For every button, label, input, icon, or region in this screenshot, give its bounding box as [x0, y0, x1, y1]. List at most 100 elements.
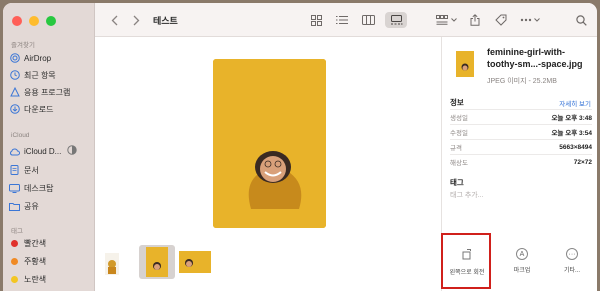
- sidebar-item-label: 최근 항목: [24, 70, 56, 80]
- action-label: 마크업: [513, 268, 531, 274]
- sidebar-tag-red[interactable]: 빨간색: [9, 235, 91, 251]
- sidebar-item-applications[interactable]: 응용 프로그램: [9, 84, 91, 100]
- tag-icon: [495, 14, 507, 26]
- highlight-box: [441, 233, 491, 289]
- clock-icon: [9, 70, 20, 81]
- toolbar: 테스트: [95, 3, 597, 37]
- doc-icon: [9, 165, 20, 176]
- search-button[interactable]: [573, 12, 589, 28]
- window-controls: [12, 16, 56, 26]
- thumbnail[interactable]: [105, 253, 119, 275]
- sidebar-item-airdrop[interactable]: AirDrop: [9, 50, 91, 66]
- thumbnail[interactable]: [179, 251, 211, 273]
- sidebar-item-documents[interactable]: 문서: [9, 162, 91, 178]
- list-view-button[interactable]: [333, 12, 351, 28]
- sidebar-item-label: 빨간색: [24, 238, 47, 248]
- minimize-window-button[interactable]: [29, 16, 39, 26]
- sidebar-item-label: 문서: [24, 165, 39, 175]
- sidebar-item-label: AirDrop: [24, 53, 52, 63]
- tag-color-dot: [11, 257, 18, 265]
- favorites-section-label: 즐겨찾기: [11, 42, 35, 49]
- cloud-icon: [9, 146, 20, 157]
- sidebar-item-label: iCloud D...: [24, 146, 62, 156]
- sidebar-item-label: 주황색: [24, 256, 47, 266]
- info-key: 생성일: [450, 115, 468, 122]
- tag-color-dot: [11, 275, 18, 283]
- info-row-modified: 수정일 오늘 오후 3:54: [450, 124, 592, 139]
- gallery-icon: [390, 15, 402, 25]
- zoom-window-button[interactable]: [46, 16, 56, 26]
- gallery-view-button[interactable]: [385, 12, 407, 28]
- desktop-icon: [9, 183, 20, 194]
- tag-button[interactable]: [493, 12, 509, 28]
- sidebar-item-label: 데스크탑: [24, 183, 54, 193]
- info-key: 해상도: [450, 160, 468, 167]
- list-icon: [336, 16, 348, 24]
- sidebar-tag-orange[interactable]: 주황색: [9, 253, 91, 269]
- gallery-content: [95, 37, 441, 291]
- info-value: 오늘 오후 3:54: [551, 130, 592, 137]
- chevron-right-icon: [133, 15, 139, 25]
- info-value: 5663×8494: [559, 143, 592, 151]
- sidebar-item-label: 다운로드: [24, 104, 54, 114]
- sidebar-item-desktop[interactable]: 데스크탑: [9, 180, 91, 196]
- tags-section-title: 태그: [450, 178, 464, 187]
- group-by-button[interactable]: [433, 12, 459, 28]
- shared-folder-icon: [9, 201, 20, 212]
- more-icon: ···: [566, 248, 578, 260]
- info-value: 72×72: [573, 158, 592, 166]
- info-row-resolution: 해상도 72×72: [450, 154, 592, 169]
- photo-illustration: [213, 59, 326, 228]
- sidebar-item-shared[interactable]: 공유: [9, 198, 91, 214]
- icloud-section-label: iCloud: [11, 132, 30, 139]
- sidebar-item-icloud-drive[interactable]: iCloud D...: [9, 143, 91, 159]
- sidebar-item-downloads[interactable]: 다운로드: [9, 101, 91, 117]
- group-grid-icon: [435, 15, 448, 25]
- info-key: 수정일: [450, 130, 468, 137]
- info-section-title: 정보: [450, 98, 464, 107]
- action-label: 기타...: [563, 268, 581, 274]
- chevron-left-icon: [111, 15, 117, 25]
- info-key: 규격: [450, 145, 462, 152]
- sidebar-tag-yellow[interactable]: 노란색: [9, 271, 91, 287]
- search-icon: [575, 14, 587, 26]
- image-preview[interactable]: [213, 59, 326, 228]
- more-icon: [520, 18, 532, 22]
- file-thumbnail: [456, 51, 474, 77]
- sync-progress-icon: [67, 145, 78, 157]
- tags-section-label: 태그: [11, 228, 23, 235]
- show-more-link[interactable]: 자세히 보기: [559, 98, 591, 108]
- columns-icon: [361, 15, 375, 25]
- file-kind: JPEG 이미지 - 25.2MB: [487, 78, 557, 85]
- chevron-down-icon: [450, 18, 457, 22]
- sidebar-item-label: 노란색: [24, 274, 47, 284]
- info-row-dimensions: 규격 5663×8494: [450, 139, 592, 154]
- action-menu-button[interactable]: [519, 12, 541, 28]
- thumbnail-strip: [95, 243, 441, 291]
- download-icon: [9, 104, 20, 115]
- close-window-button[interactable]: [12, 16, 22, 26]
- sidebar-item-recents[interactable]: 최근 항목: [9, 67, 91, 83]
- thumbnail-selected[interactable]: [139, 245, 175, 279]
- back-button[interactable]: [107, 12, 121, 28]
- info-value: 오늘 오후 3:48: [551, 115, 592, 122]
- column-view-button[interactable]: [359, 12, 377, 28]
- airdrop-icon: [9, 53, 20, 64]
- info-row-created: 생성일 오늘 오후 3:48: [450, 109, 592, 124]
- forward-button[interactable]: [129, 12, 143, 28]
- sidebar: 즐겨찾기 AirDrop 최근 항목 응용 프로그램 다운로드 iCloud i…: [3, 3, 95, 291]
- more-actions-button[interactable]: ··· 기타...: [550, 248, 594, 274]
- add-tags-field[interactable]: 태그 추가...: [450, 190, 484, 200]
- icon-view-button[interactable]: [307, 12, 325, 28]
- grid-icon: [310, 14, 322, 26]
- share-icon: [470, 14, 480, 26]
- finder-window: 즐겨찾기 AirDrop 최근 항목 응용 프로그램 다운로드 iCloud i…: [3, 3, 597, 291]
- share-button[interactable]: [467, 12, 483, 28]
- apps-icon: [9, 87, 20, 98]
- markup-icon: A: [516, 248, 528, 260]
- chevron-down-icon: [534, 18, 540, 22]
- tag-color-dot: [11, 239, 18, 247]
- sidebar-item-label: 공유: [24, 201, 39, 211]
- markup-button[interactable]: A 마크업: [500, 248, 544, 274]
- file-name: feminine-girl-with-toothy-sm...-space.jp…: [487, 47, 583, 69]
